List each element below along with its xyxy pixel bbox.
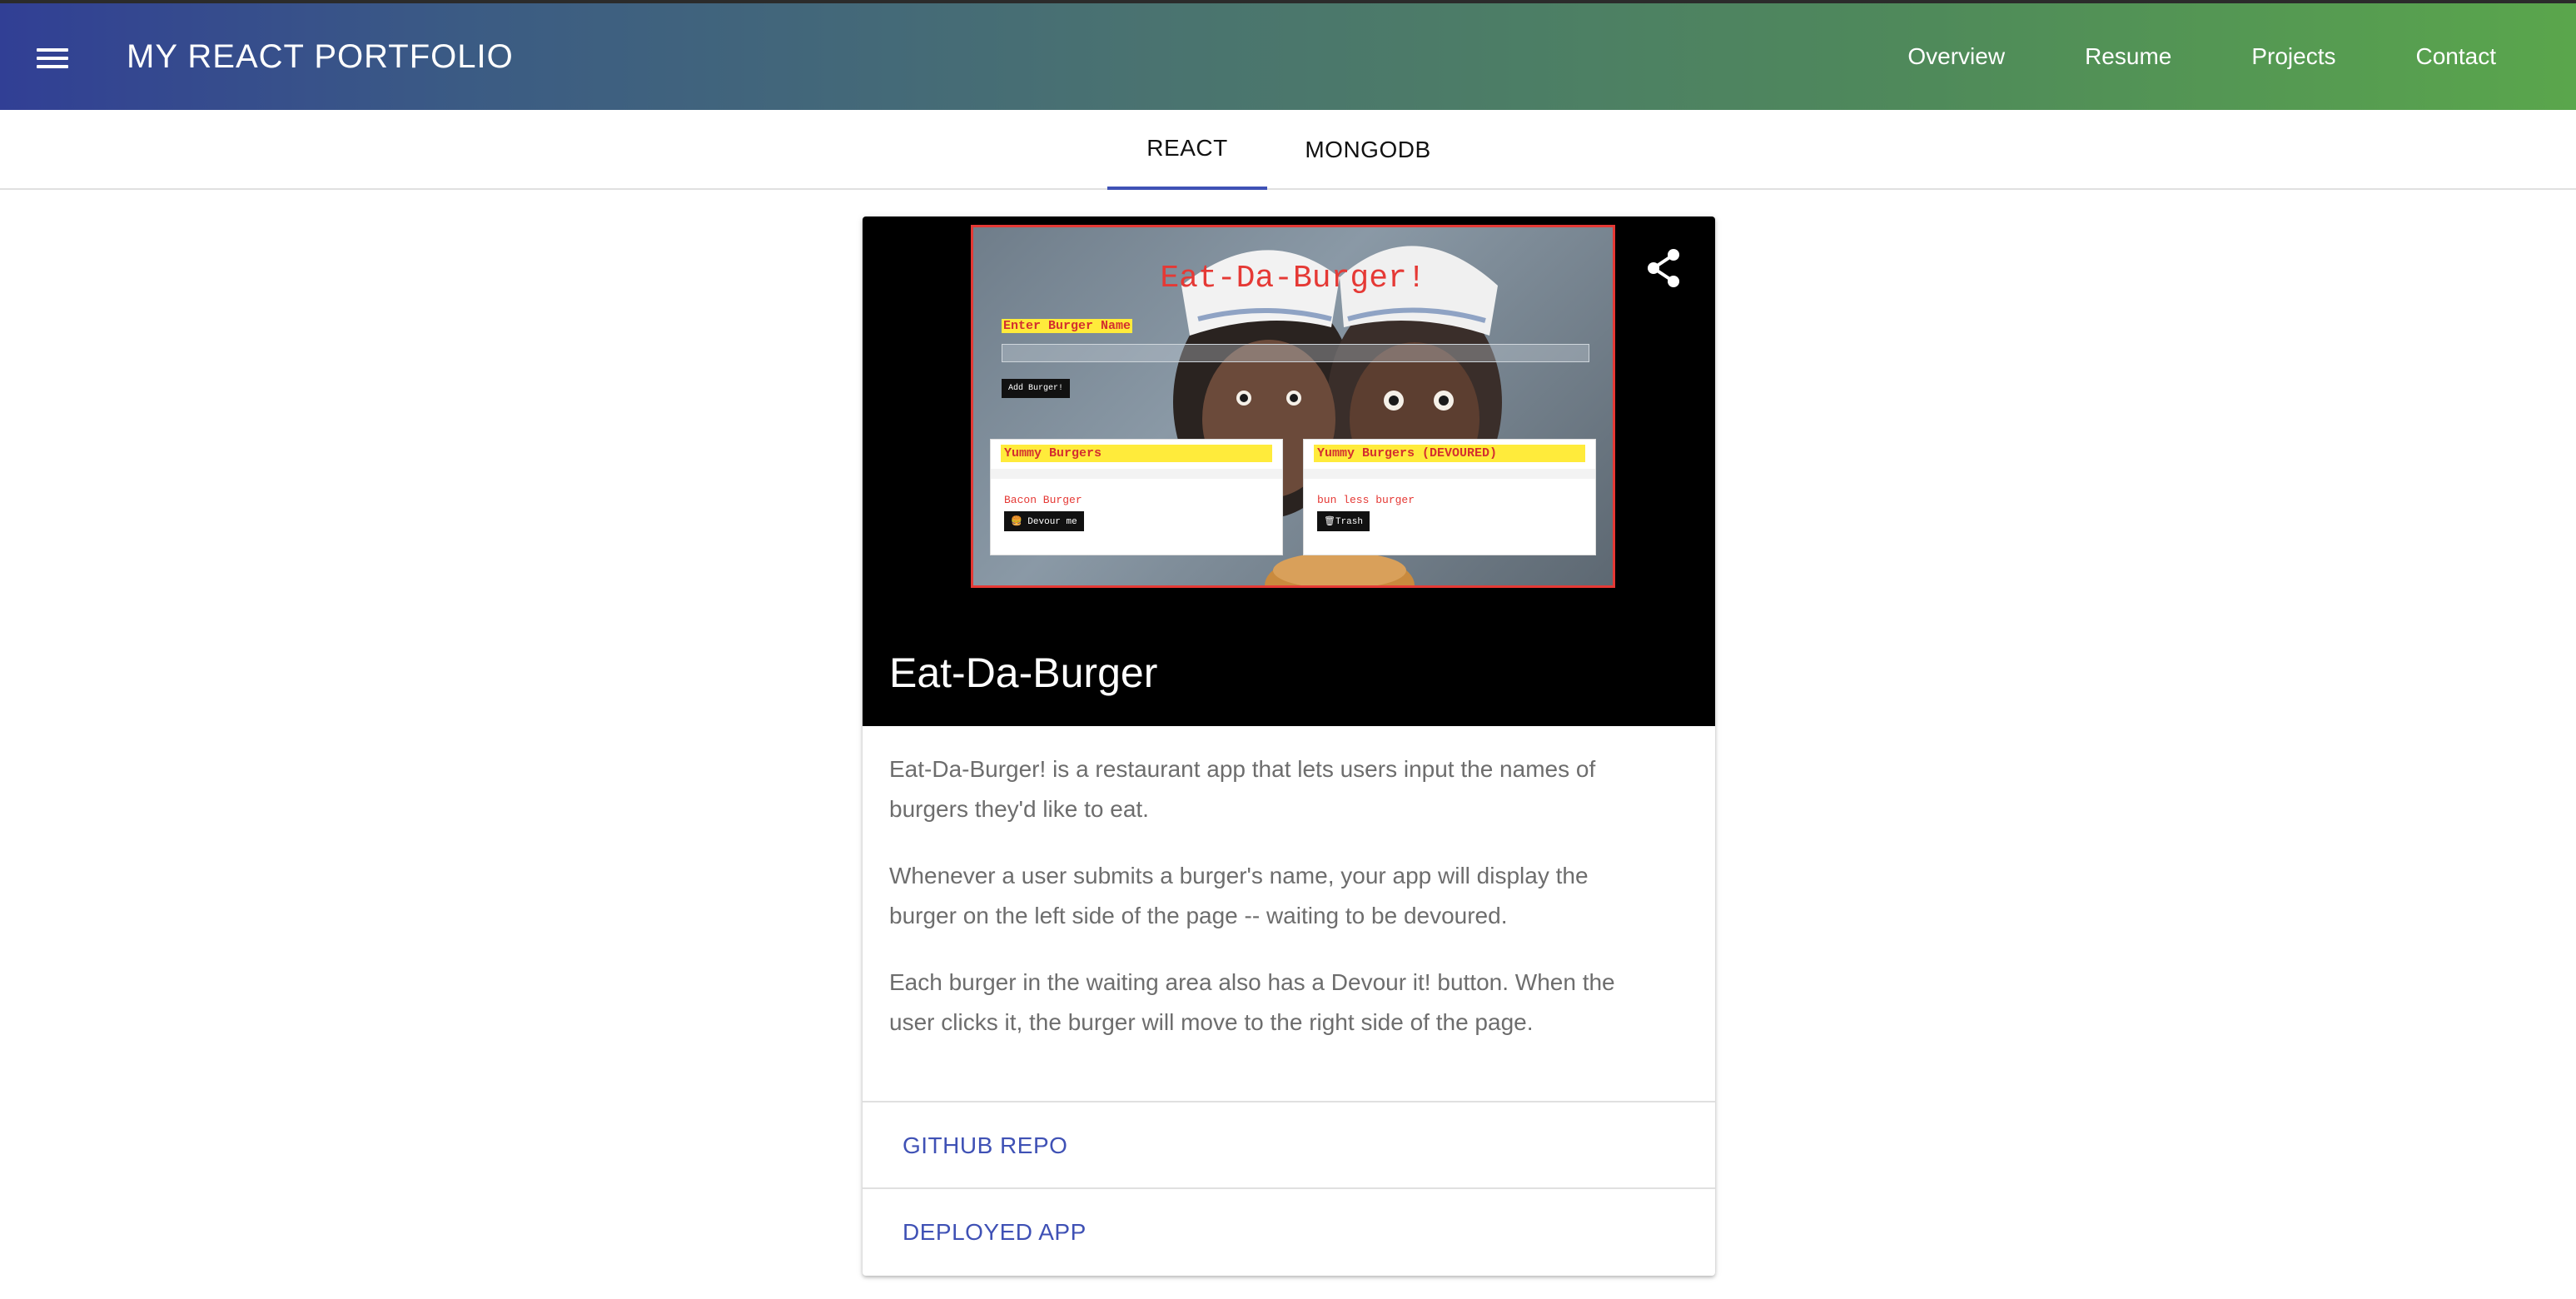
preview-trash-button: 🗑Trash <box>1317 511 1370 531</box>
app-title: MY REACT PORTFOLIO <box>127 38 514 75</box>
preview-left-item: Bacon Burger <box>1004 494 1082 506</box>
tab-mongodb[interactable]: MONGODB <box>1267 110 1469 190</box>
tab-react[interactable]: REACT <box>1107 110 1267 190</box>
preview-left-panel: Yummy Burgers Bacon Burger 🍔 Devour me <box>990 439 1283 555</box>
github-repo-link[interactable]: GITHUB REPO <box>863 1101 1715 1189</box>
description-paragraph: Each burger in the waiting area also has… <box>889 969 1615 1035</box>
preview-add-button: Add Burger! <box>1002 379 1071 398</box>
preview-right-panel: Yummy Burgers (DEVOURED) bun less burger… <box>1303 439 1596 555</box>
nav-contact[interactable]: Contact <box>2416 40 2497 73</box>
nav-projects[interactable]: Projects <box>2251 40 2335 73</box>
preview-left-heading: Yummy Burgers <box>1001 445 1272 462</box>
menu-icon[interactable] <box>33 40 73 73</box>
card-description: Eat-Da-Burger! is a restaurant app that … <box>889 749 1639 1069</box>
project-card: Eat-Da-Burger! Enter Burger Name Add Bur… <box>863 216 1715 1276</box>
preview-devour-button: 🍔 Devour me <box>1004 511 1084 531</box>
preview-input <box>1002 344 1589 362</box>
nav-overview[interactable]: Overview <box>1907 40 2005 73</box>
description-paragraph: Eat-Da-Burger! is a restaurant app that … <box>889 756 1596 822</box>
app-header: MY REACT PORTFOLIO Overview Resume Proje… <box>0 0 2576 110</box>
preview-input-label: Enter Burger Name <box>1002 319 1133 333</box>
card-media: Eat-Da-Burger! Enter Burger Name Add Bur… <box>863 216 1715 726</box>
share-icon[interactable] <box>1645 248 1682 288</box>
top-nav: Overview Resume Projects Contact <box>1828 40 2496 73</box>
project-screenshot: Eat-Da-Burger! Enter Burger Name Add Bur… <box>971 225 1615 588</box>
tab-bar: REACT MONGODB <box>0 110 2576 190</box>
preview-right-item: bun less burger <box>1317 494 1415 506</box>
nav-resume[interactable]: Resume <box>2085 40 2171 73</box>
preview-right-heading: Yummy Burgers (DEVOURED) <box>1314 445 1585 462</box>
description-paragraph: Whenever a user submits a burger's name,… <box>889 863 1589 928</box>
card-title: Eat-Da-Burger <box>889 650 1158 696</box>
deployed-app-link[interactable]: DEPLOYED APP <box>863 1187 1715 1276</box>
preview-title: Eat-Da-Burger! <box>1160 261 1426 296</box>
